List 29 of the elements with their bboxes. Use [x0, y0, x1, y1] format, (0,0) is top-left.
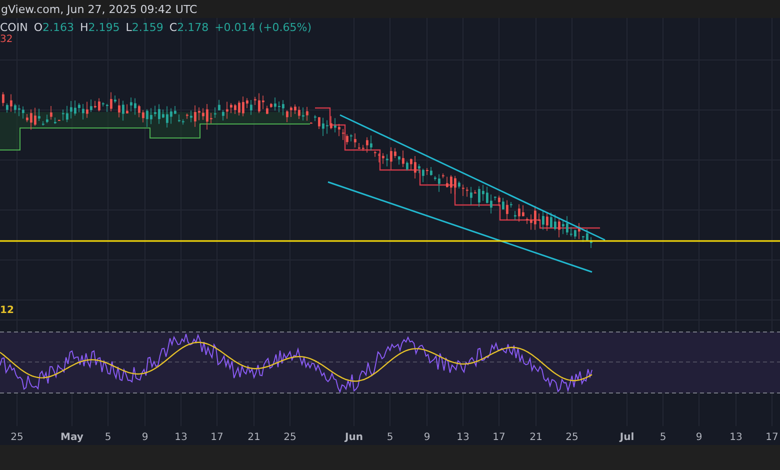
axis-label: 13 [730, 432, 742, 443]
axis-label: 17 [492, 432, 506, 443]
axis-label: 9 [142, 432, 148, 443]
axis-label: Jul [620, 432, 634, 443]
axis-label: Jun [345, 432, 363, 443]
indicator-value: 32 [0, 35, 13, 45]
axis-label: 17 [210, 432, 224, 443]
axis-label: 13 [456, 432, 470, 443]
axis-label: 21 [530, 432, 542, 443]
axis-label: 9 [424, 432, 430, 443]
axis-label: 25 [10, 432, 24, 443]
price-value: H2.195 [80, 22, 120, 33]
axis-label: 21 [248, 432, 260, 443]
axis-label: 5 [386, 432, 394, 443]
price-value: O2.163 [34, 22, 74, 33]
header-text: gView.com, Jun 27, 2025 09:42 UTC [0, 4, 198, 14]
axis-label: 5 [104, 432, 112, 443]
axis-label: 25 [284, 432, 296, 443]
symbol-name: COIN [0, 22, 28, 33]
axis-label: 17 [766, 432, 778, 443]
axis-label: May [60, 432, 84, 443]
axis-label: 25 [566, 432, 578, 443]
axis-label: 13 [174, 432, 188, 443]
price-value: C2.178 [169, 22, 209, 33]
rsi-label: 12 [0, 306, 14, 316]
price-value: L2.159 [126, 22, 164, 33]
axis-label: 9 [696, 432, 702, 443]
price-change: +0.014 (+0.65%) [214, 22, 312, 33]
axis-label: 5 [660, 432, 666, 443]
